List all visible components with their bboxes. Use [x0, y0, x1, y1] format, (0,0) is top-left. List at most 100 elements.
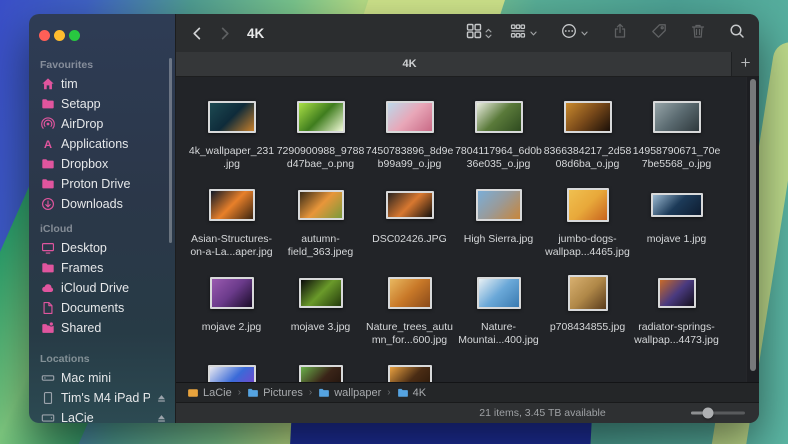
sidebar-item-downloads[interactable]: Downloads: [40, 194, 175, 214]
sidebar-scrollbar[interactable]: [169, 58, 172, 243]
delete-button[interactable]: [690, 23, 706, 44]
file-item[interactable]: 14958790671_70e7be5568_o.jpg: [632, 89, 721, 177]
sidebar-item-label: Documents: [61, 301, 175, 315]
applications-icon: A: [40, 137, 55, 151]
thumbnail-slot: [209, 183, 255, 227]
file-item[interactable]: 7804117964_6d0b36e035_o.jpg: [454, 89, 543, 177]
desktop-wallpaper: Favourites tim Setapp AirDrop A Applicat…: [0, 0, 788, 444]
file-item[interactable]: High Sierra.jpg: [454, 177, 543, 265]
sidebar-item-desktop[interactable]: Desktop: [40, 238, 175, 258]
file-item[interactable]: [365, 353, 454, 382]
sidebar-section-locations: Locations Mac mini Tim's M4 iPad Pro LaC…: [29, 352, 175, 423]
sidebar-item-label: Proton Drive: [61, 177, 175, 191]
breadcrumb-lacie[interactable]: LaCie: [187, 387, 232, 399]
tab-bar: 4K: [176, 52, 759, 77]
finder-window: Favourites tim Setapp AirDrop A Applicat…: [29, 14, 759, 423]
file-item[interactable]: [187, 353, 276, 382]
thumbnail-slot: [208, 95, 256, 139]
sidebar-item-shared[interactable]: Shared: [40, 318, 175, 338]
grid-view-icon: [466, 23, 482, 44]
sidebar-item-label: tim: [61, 77, 175, 91]
share-button[interactable]: [612, 23, 628, 44]
sidebar-item-label: Shared: [61, 321, 175, 335]
file-item[interactable]: 8366384217_2d5808d6ba_o.jpg: [543, 89, 632, 177]
minimize-button[interactable]: [54, 30, 65, 41]
share-icon: [612, 23, 628, 44]
folder-icon: [247, 387, 259, 399]
sidebar-item-airdrop[interactable]: AirDrop: [40, 114, 175, 134]
file-thumbnail: [567, 188, 609, 222]
file-name: 8366384217_2d5808d6ba_o.jpg: [544, 145, 632, 170]
breadcrumb-4k[interactable]: 4K: [397, 387, 426, 399]
sidebar-item-documents[interactable]: Documents: [40, 298, 175, 318]
more-options-button[interactable]: [561, 23, 589, 44]
group-by-button[interactable]: [510, 23, 538, 44]
sidebar-item-applications[interactable]: A Applications: [40, 134, 175, 154]
sidebar-item-icloud-drive[interactable]: iCloud Drive: [40, 278, 175, 298]
thumbnail-slot: [564, 95, 612, 139]
view-options-button[interactable]: [466, 23, 493, 44]
external-drive-icon: [40, 411, 55, 423]
close-button[interactable]: [39, 30, 50, 41]
file-name: jumbo-dogs-wallpap...4465.jpg: [544, 233, 632, 258]
thumbnail-slot: [299, 359, 343, 382]
file-item[interactable]: mojave 2.jpg: [187, 265, 276, 353]
file-item[interactable]: jumbo-dogs-wallpap...4465.jpg: [543, 177, 632, 265]
content-scrollbar-track[interactable]: [746, 77, 759, 382]
file-thumbnail: [298, 190, 344, 220]
file-name: autumn-field_363.jpeg: [277, 233, 365, 258]
thumbnail-slot: [388, 271, 432, 315]
tab-4k[interactable]: 4K: [176, 52, 731, 76]
thumbnail-slot: [386, 183, 434, 227]
sidebar-item-lacie[interactable]: LaCie: [40, 408, 175, 423]
new-tab-button[interactable]: [731, 52, 759, 76]
breadcrumb-label: LaCie: [203, 387, 232, 399]
file-name: mojave 2.jpg: [188, 321, 276, 334]
sidebar-item-setapp[interactable]: Setapp: [40, 94, 175, 114]
sidebar-item-label: Mac mini: [61, 371, 175, 385]
forward-button[interactable]: [217, 26, 232, 41]
back-button[interactable]: [190, 26, 205, 41]
slider-thumb[interactable]: [702, 408, 713, 419]
eject-button[interactable]: [156, 413, 167, 424]
trash-icon: [690, 23, 706, 44]
eject-button[interactable]: [156, 393, 167, 404]
sidebar-item-frames[interactable]: Frames: [40, 258, 175, 278]
sidebar-item-ipad[interactable]: Tim's M4 iPad Pro: [40, 388, 175, 408]
thumbnail-slot: [475, 95, 523, 139]
breadcrumb-label: 4K: [413, 387, 426, 399]
breadcrumb-wallpaper[interactable]: wallpaper: [318, 387, 381, 399]
file-item[interactable]: p708434855.jpg: [543, 265, 632, 353]
sidebar-item-tim[interactable]: tim: [40, 74, 175, 94]
content-scrollbar[interactable]: [750, 79, 756, 371]
sidebar-section-title: Favourites: [40, 58, 175, 72]
file-name: Nature_trees_autumn_for...600.jpg: [366, 321, 454, 346]
folder-icon: [40, 97, 55, 111]
file-item[interactable]: [276, 353, 365, 382]
file-item[interactable]: mojave 3.jpg: [276, 265, 365, 353]
breadcrumb-separator: ›: [387, 387, 390, 398]
sidebar-item-proton-drive[interactable]: Proton Drive: [40, 174, 175, 194]
search-button[interactable]: [729, 23, 745, 44]
file-item[interactable]: 4k_wallpaper_231.jpg: [187, 89, 276, 177]
icon-size-slider[interactable]: [691, 408, 745, 419]
file-item[interactable]: 7290900988_9788d47bae_o.png: [276, 89, 365, 177]
file-item[interactable]: 7450783896_8d9eb99a99_o.jpg: [365, 89, 454, 177]
file-item[interactable]: Nature-Mountai...400.jpg: [454, 265, 543, 353]
airdrop-icon: [40, 117, 55, 131]
file-item[interactable]: mojave 1.jpg: [632, 177, 721, 265]
sidebar-item-dropbox[interactable]: Dropbox: [40, 154, 175, 174]
file-item[interactable]: autumn-field_363.jpeg: [276, 177, 365, 265]
sidebar-item-label: Desktop: [61, 241, 175, 255]
zoom-button[interactable]: [69, 30, 80, 41]
tag-button[interactable]: [651, 23, 667, 44]
file-item[interactable]: Nature_trees_autumn_for...600.jpg: [365, 265, 454, 353]
breadcrumb-pictures[interactable]: Pictures: [247, 387, 303, 399]
file-thumbnail: [658, 278, 696, 308]
file-thumbnail: [210, 277, 254, 309]
sidebar-item-label: AirDrop: [61, 117, 175, 131]
sidebar-item-mac-mini[interactable]: Mac mini: [40, 368, 175, 388]
file-item[interactable]: DSC02426.JPG: [365, 177, 454, 265]
file-item[interactable]: radiator-springs-wallpap...4473.jpg: [632, 265, 721, 353]
file-item[interactable]: Asian-Structures-on-a-La...aper.jpg: [187, 177, 276, 265]
